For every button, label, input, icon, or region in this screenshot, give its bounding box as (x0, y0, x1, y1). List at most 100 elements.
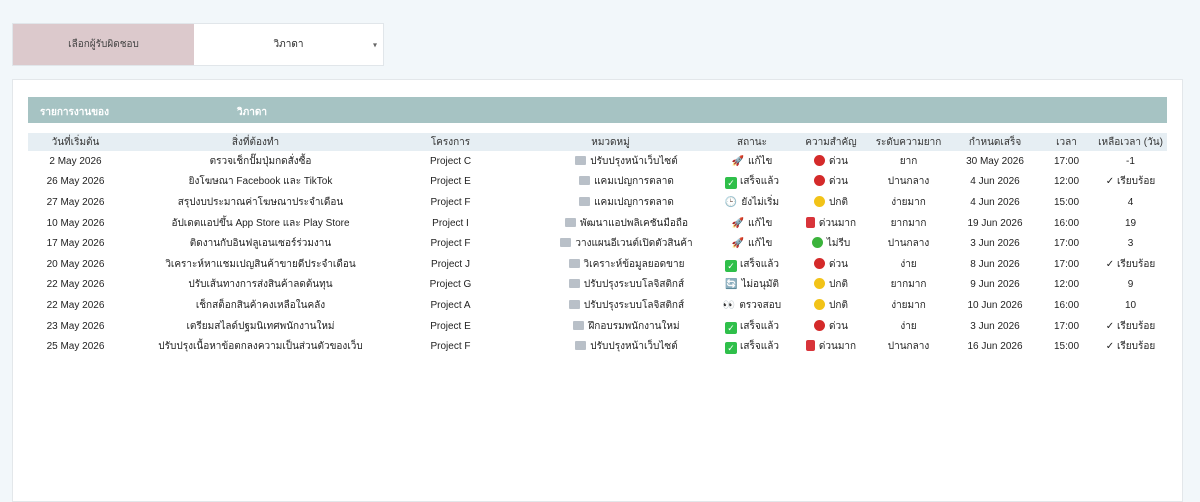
table-row[interactable]: 22 May 2026 ปรับเส้นทางการส่งสินค้าลดต้นท… (28, 275, 1167, 296)
priority-cell: ปกติ (796, 295, 866, 316)
priority-label: ด่วน (829, 176, 848, 188)
red-circle-icon (814, 154, 826, 166)
priority-label: ปกติ (829, 196, 848, 208)
remaining-cell: 19 (1124, 217, 1137, 229)
priority-cell: ด่วนมาก (796, 336, 866, 357)
start-date-cell: 27 May 2026 (46, 196, 105, 208)
due-date-cell: 9 Jun 2026 (970, 279, 1020, 291)
status-label: แก้ไข (748, 217, 773, 229)
chevron-down-icon[interactable]: ▾ (373, 40, 377, 49)
category-cell: วิเคราะห์ข้อมูลยอดขาย (513, 254, 708, 275)
time-cell: 15:00 (1053, 196, 1080, 208)
rocket-icon: 🚀 (731, 155, 745, 167)
priority-cell: ด่วน (796, 254, 866, 275)
time-cell: 16:00 (1053, 299, 1080, 311)
folder-icon (568, 299, 580, 309)
start-date-cell: 20 May 2026 (46, 258, 105, 270)
task-cell: ปรับเส้นทางการส่งสินค้าลดต้นทุน (188, 279, 333, 291)
priority-cell: ด่วนมาก (796, 213, 866, 234)
column-header-start[interactable]: วันที่เริ่มต้น (28, 133, 123, 151)
table-row[interactable]: 23 May 2026 เตรียมสไลด์ปฐมนิเทศพนักงานใหม… (28, 316, 1167, 337)
table-row[interactable]: 10 May 2026 อัปเดตแอปขึ้น App Store และ P… (28, 213, 1167, 234)
column-header-task[interactable]: สิ่งที่ต้องทำ (123, 133, 388, 151)
category-cell: แคมเปญการตลาด (513, 172, 708, 193)
status-label: ยังไม่เริ่ม (741, 196, 780, 208)
remaining-cell: 4 (1127, 196, 1134, 208)
start-date-cell: 2 May 2026 (49, 155, 102, 167)
rocket-icon: 🚀 (731, 217, 745, 229)
check-icon: ✓ (725, 342, 738, 355)
column-header-priority[interactable]: ความสำคัญ (796, 133, 866, 151)
assignee-dropdown-value: วิภาดา (273, 39, 304, 50)
table-row[interactable]: 17 May 2026 ติดงานกับอินฟลูเอนเซอร์ร่วมงา… (28, 233, 1167, 254)
status-cell: 🚀 แก้ไข (708, 213, 796, 234)
category-label: ปรับปรุงหน้าเว็บไซต์ (590, 155, 678, 167)
folder-icon (575, 341, 587, 351)
priority-label: ด่วนมาก (818, 341, 857, 353)
status-label: เสร็จแล้ว (740, 176, 779, 188)
status-label: เสร็จแล้ว (740, 258, 779, 270)
folder-icon (575, 155, 587, 165)
table-row[interactable]: 26 May 2026 ยิงโฆษณา Facebook และ TikTok P… (28, 172, 1167, 193)
table-row[interactable]: 25 May 2026 ปรับปรุงเนื้อหาข้อตกลงความเป็… (28, 336, 1167, 357)
category-label: ปรับปรุงระบบโลจิสติกส์ (583, 279, 685, 291)
status-cell: ✓ เสร็จแล้ว (708, 172, 796, 193)
priority-label: ปกติ (829, 279, 848, 291)
table-row[interactable]: 27 May 2026 สรุปงบประมาณค่าโฆษณาประจำเดือ… (28, 192, 1167, 213)
difficulty-cell: ยากมาก (890, 279, 927, 291)
project-cell: Project A (430, 299, 471, 311)
remaining-cell: -1 (1126, 155, 1135, 167)
assignee-selector-label: เลือกผู้รับผิดชอบ (13, 24, 194, 65)
status-cell: 👀 ตรวจสอบ (708, 295, 796, 316)
time-cell: 17:00 (1053, 155, 1080, 167)
task-cell: อัปเดตแอปขึ้น App Store และ Play Store (171, 217, 350, 229)
category-label: ปรับปรุงหน้าเว็บไซต์ (590, 341, 678, 353)
priority-cell: ปกติ (796, 275, 866, 296)
status-label: เสร็จแล้ว (740, 341, 779, 353)
priority-label: ด่วนมาก (818, 217, 857, 229)
status-cell: 🕒 ยังไม่เริ่ม (708, 192, 796, 213)
eyes-icon: 👀 (722, 299, 736, 311)
table-row[interactable]: 22 May 2026 เช็กสต็อกสินค้าคงเหลือในคลัง P… (28, 295, 1167, 316)
table-header-row: วันที่เริ่มต้น สิ่งที่ต้องทำ โครงการ หมว… (28, 133, 1167, 151)
status-cell: ✓ เสร็จแล้ว (708, 254, 796, 275)
column-header-time[interactable]: เวลา (1039, 133, 1094, 151)
project-cell: Project C (429, 155, 472, 167)
red-square-icon (805, 216, 815, 228)
category-label: พัฒนาแอปพลิเคชันมือถือ (580, 217, 688, 229)
column-header-remaining[interactable]: เหลือเวลา (วัน) (1094, 133, 1167, 151)
priority-cell: ด่วน (796, 316, 866, 337)
assignee-dropdown[interactable]: วิภาดา ▾ (194, 24, 383, 65)
check-icon: ✓ (725, 321, 738, 334)
difficulty-cell: ปานกลาง (887, 238, 930, 250)
column-header-project[interactable]: โครงการ (388, 133, 513, 151)
task-cell: ยิงโฆษณา Facebook และ TikTok (188, 176, 333, 188)
remaining-cell: ✓ เรียบร้อย (1105, 341, 1156, 353)
status-cell: ✓ เสร็จแล้ว (708, 336, 796, 357)
column-header-status[interactable]: สถานะ (708, 133, 796, 151)
start-date-cell: 22 May 2026 (46, 299, 105, 311)
difficulty-cell: ง่าย (900, 258, 917, 270)
due-date-cell: 8 Jun 2026 (970, 258, 1020, 270)
table-row[interactable]: 2 May 2026 ตรวจเช็กปั๊มปุ่มกดสั่งซื้อ Proj… (28, 151, 1167, 172)
column-header-due[interactable]: กำหนดเสร็จ (951, 133, 1039, 151)
task-cell: เตรียมสไลด์ปฐมนิเทศพนักงานใหม่ (186, 320, 335, 332)
category-label: วิเคราะห์ข้อมูลยอดขาย (583, 258, 685, 270)
category-label: แคมเปญการตลาด (594, 196, 674, 208)
assignee-selector: เลือกผู้รับผิดชอบ วิภาดา ▾ (12, 23, 384, 66)
column-header-category[interactable]: หมวดหมู่ (513, 133, 708, 151)
column-header-difficulty[interactable]: ระดับความยาก (866, 133, 951, 151)
difficulty-cell: ปานกลาง (887, 341, 930, 353)
priority-label: ด่วน (829, 155, 848, 167)
status-cell: 🔄 ไม่อนุมัติ (708, 275, 796, 296)
priority-cell: ไม่รีบ (796, 233, 866, 254)
check-icon: ✓ (725, 259, 738, 272)
task-list-header: รายการงานของ วิภาดา (28, 97, 1167, 123)
status-label: ไม่อนุมัติ (741, 279, 779, 291)
table-row[interactable]: 20 May 2026 วิเคราะห์หาแชมเปญสินค้าขายดีป… (28, 254, 1167, 275)
check-icon: ✓ (725, 177, 738, 190)
status-label: แก้ไข (748, 238, 773, 250)
task-list-title: รายการงานของ (40, 107, 109, 118)
status-cell: ✓ เสร็จแล้ว (708, 316, 796, 337)
remaining-cell: 9 (1127, 279, 1134, 291)
